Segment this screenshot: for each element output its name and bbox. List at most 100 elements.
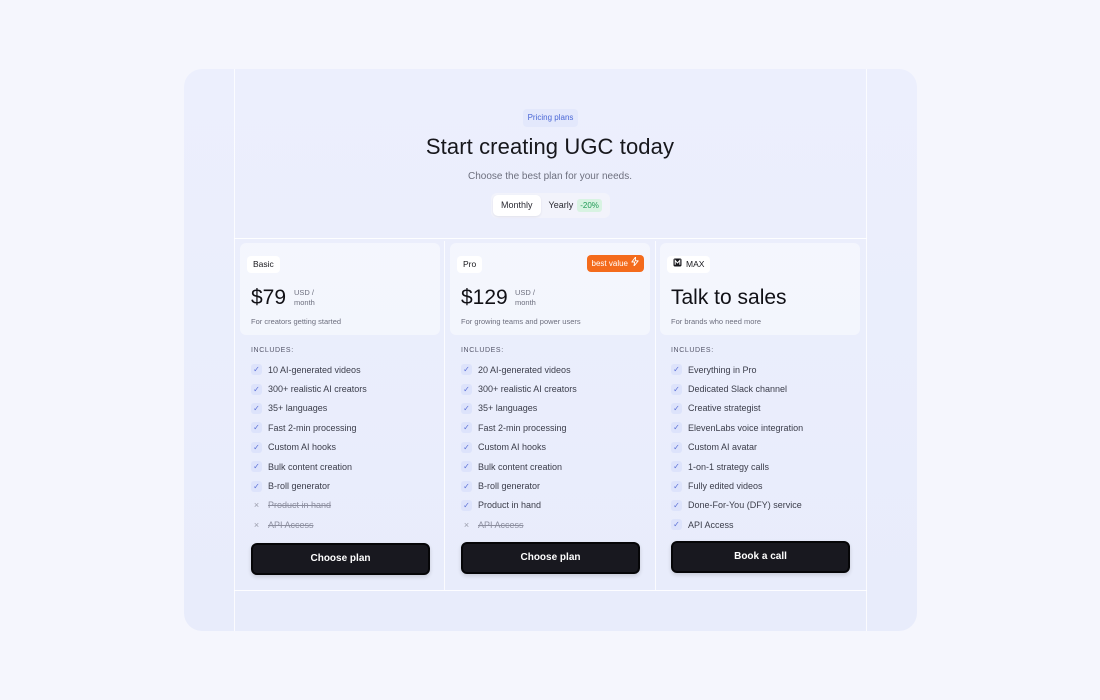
feature-item: ✓ Custom AI hooks <box>251 438 441 457</box>
feature-item: ✓ Fully edited videos <box>671 476 861 495</box>
check-icon: ✓ <box>671 383 682 395</box>
feature-item: ✓ Bulk content creation <box>251 457 441 476</box>
feature-text: API Access <box>268 519 314 530</box>
plan-description: For growing teams and power users <box>461 317 581 326</box>
pricing-plans-badge: Pricing plans <box>523 109 578 127</box>
check-icon: ✓ <box>251 441 262 453</box>
check-icon: ✓ <box>671 461 682 473</box>
feature-item: ✓ Creative strategist <box>671 399 861 418</box>
feature-item: ✓ 20 AI-generated videos <box>461 360 651 379</box>
price-unit: USD / month <box>515 288 536 308</box>
cross-icon: × <box>253 500 260 511</box>
discount-badge: -20% <box>577 199 602 212</box>
plan-name: Basic <box>253 259 274 269</box>
price-period: month <box>294 298 315 307</box>
grid-line <box>234 590 867 591</box>
check-icon: ✓ <box>461 422 472 434</box>
feature-text: Creative strategist <box>688 403 761 414</box>
feature-item: ✓ API Access <box>671 515 861 534</box>
plan-description: For creators getting started <box>251 317 342 326</box>
feature-text: Custom AI hooks <box>478 442 547 453</box>
monthly-label: Monthly <box>501 200 533 210</box>
check-icon: ✓ <box>251 480 262 492</box>
choose-plan-button[interactable]: Choose plan <box>251 543 430 575</box>
includes-label: INCLUDES: <box>671 347 714 354</box>
check-icon: ✓ <box>671 480 682 492</box>
feature-text: Custom AI avatar <box>688 442 758 453</box>
feature-text: ElevenLabs voice integration <box>688 422 804 433</box>
feature-text: 35+ languages <box>268 403 328 414</box>
plan-price: Talk to sales <box>671 286 787 309</box>
plan-card-basic: Basic $79 USD / month For creators getti… <box>240 241 446 590</box>
plan-price: $129 <box>461 286 508 309</box>
feature-text: Product in hand <box>478 500 542 511</box>
feature-text: Bulk content creation <box>268 461 353 472</box>
check-icon: ✓ <box>461 402 472 414</box>
book-a-call-button[interactable]: Book a call <box>671 541 850 573</box>
plan-name-chip: Pro <box>457 256 483 273</box>
feature-item: ✓ Everything in Pro <box>671 360 861 379</box>
feature-item: × API Access <box>251 515 441 534</box>
feature-item: ✓ Fast 2-min processing <box>461 418 651 437</box>
feature-text: Dedicated Slack channel <box>688 384 788 395</box>
check-icon: ✓ <box>251 402 262 414</box>
feature-text: API Access <box>478 519 524 530</box>
check-icon: ✓ <box>671 519 682 531</box>
feature-item: ✓ 1-on-1 strategy calls <box>671 457 861 476</box>
feature-list: ✓ 10 AI-generated videos ✓ 300+ realistic A… <box>251 360 441 535</box>
max-logo-icon <box>673 256 682 273</box>
plan-header: MAX Talk to sales For brands who need mo… <box>660 243 860 335</box>
feature-text: Fully edited videos <box>688 481 763 492</box>
feature-item: ✓ B-roll generator <box>251 476 441 495</box>
feature-item: ✓ 35+ languages <box>251 399 441 418</box>
plan-name: MAX <box>686 259 705 269</box>
plan-description: For brands who need more <box>671 317 762 326</box>
check-icon: ✓ <box>671 422 682 434</box>
plan-card-max: MAX Talk to sales For brands who need mo… <box>660 241 866 590</box>
feature-text: B-roll generator <box>268 481 331 492</box>
feature-list: ✓ 20 AI-generated videos ✓ 300+ realistic A… <box>461 360 651 535</box>
check-icon: ✓ <box>671 499 682 511</box>
check-icon: ✓ <box>671 402 682 414</box>
feature-item: ✓ Fast 2-min processing <box>251 418 441 437</box>
check-icon: ✓ <box>251 383 262 395</box>
price-currency: USD / <box>515 288 536 297</box>
feature-text: Everything in Pro <box>688 364 757 375</box>
best-value-badge: best value <box>586 255 644 272</box>
feature-item: ✓ Custom AI hooks <box>461 438 651 457</box>
feature-item: ✓ Product in hand <box>461 496 651 515</box>
feature-text: Done-For-You (DFY) service <box>688 500 802 511</box>
yearly-toggle-option[interactable]: Yearly -20% <box>541 195 610 216</box>
feature-item: ✓ B-roll generator <box>461 476 651 495</box>
monthly-toggle-option[interactable]: Monthly <box>493 195 541 216</box>
feature-item: ✓ Dedicated Slack channel <box>671 379 861 398</box>
cross-icon: × <box>253 519 260 530</box>
feature-text: API Access <box>688 519 734 530</box>
check-icon: ✓ <box>461 461 472 473</box>
check-icon: ✓ <box>461 441 472 453</box>
page-subtitle: Choose the best plan for your needs. <box>468 171 632 182</box>
feature-text: Product in hand <box>268 500 332 511</box>
feature-text: Custom AI hooks <box>268 442 337 453</box>
feature-item: ✓ ElevenLabs voice integration <box>671 418 861 437</box>
price-unit: USD / month <box>294 288 315 308</box>
page-title: Start creating UGC today <box>425 134 675 159</box>
feature-text: 35+ languages <box>478 403 538 414</box>
best-value-label: best value <box>591 259 628 268</box>
plan-header: Basic $79 USD / month For creators getti… <box>240 243 440 335</box>
feature-item: ✓ Bulk content creation <box>461 457 651 476</box>
feature-item: ✓ Custom AI avatar <box>671 438 861 457</box>
feature-item: ✓ 35+ languages <box>461 399 651 418</box>
check-icon: ✓ <box>461 383 472 395</box>
feature-list: ✓ Everything in Pro ✓ Dedicated Slack chann… <box>671 360 861 535</box>
yearly-label: Yearly <box>548 200 574 210</box>
feature-item: ✓ 10 AI-generated videos <box>251 360 441 379</box>
billing-toggle: Monthly Yearly -20% <box>491 193 610 218</box>
plan-name: Pro <box>463 259 477 269</box>
check-icon: ✓ <box>461 480 472 492</box>
feature-item: × API Access <box>461 515 651 534</box>
feature-text: 300+ realistic AI creators <box>478 384 577 395</box>
feature-text: Fast 2-min processing <box>268 422 357 433</box>
choose-plan-button[interactable]: Choose plan <box>461 542 640 574</box>
includes-label: INCLUDES: <box>461 347 504 354</box>
